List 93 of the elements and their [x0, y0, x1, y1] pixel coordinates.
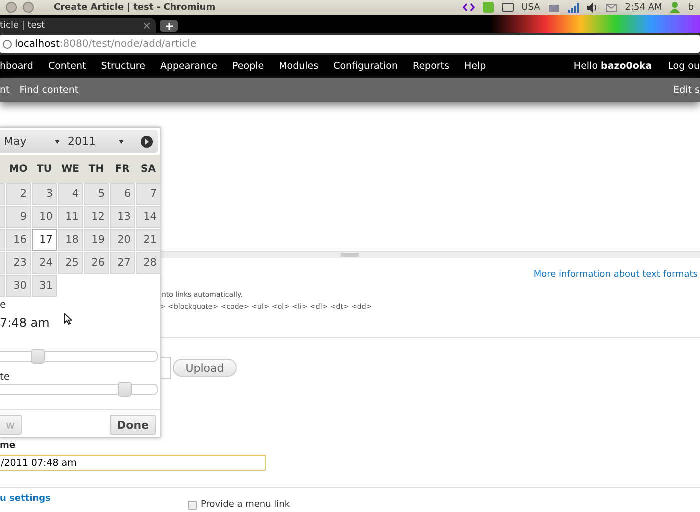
toolbar-link[interactable]: Content	[48, 61, 86, 72]
weekday-label: MO	[8, 164, 29, 174]
field-label: me	[0, 440, 16, 453]
user-name[interactable]: b	[688, 2, 694, 12]
calendar-day[interactable]: 19	[84, 229, 109, 251]
file-field[interactable]	[160, 357, 171, 379]
weekday-label: WE	[60, 164, 80, 174]
calendar-day[interactable]: 17	[32, 229, 57, 251]
calendar-day[interactable]: 25	[58, 252, 83, 274]
text-formats-link[interactable]: More information about text formats	[534, 268, 698, 282]
calendar-day[interactable]: 5	[84, 183, 109, 205]
user-icon[interactable]	[670, 2, 680, 13]
code-icon[interactable]	[462, 3, 475, 12]
weekday-label: FR	[114, 164, 131, 174]
checkbox[interactable]	[188, 500, 197, 510]
next-icon	[139, 134, 155, 150]
tab-title: ticle | test	[0, 20, 46, 30]
signal-icon[interactable]	[568, 2, 580, 12]
edit-shortcuts-link[interactable]: Edit s	[674, 84, 700, 96]
close-icon[interactable]	[144, 22, 150, 28]
date-field[interactable]: /2011 07:48 am	[0, 455, 266, 471]
shortcut-link[interactable]: nt	[0, 84, 10, 96]
month-select[interactable]: May	[0, 133, 64, 150]
toolbar-link[interactable]: Structure	[101, 61, 146, 72]
logout-link[interactable]: Log ou	[668, 61, 700, 72]
calendar-day[interactable]: 10	[32, 206, 57, 228]
calendar-day[interactable]: 31	[32, 275, 57, 297]
minute-slider[interactable]	[0, 384, 158, 395]
upload-button[interactable]: Upload	[173, 359, 237, 377]
slider-handle[interactable]	[118, 382, 132, 397]
toolbar-link[interactable]: Reports	[413, 61, 450, 72]
calendar-day[interactable]: 6	[110, 183, 135, 205]
new-tab-button[interactable]	[160, 20, 178, 32]
menu-settings-link[interactable]: u settings	[0, 493, 188, 505]
weekday-label: SA	[140, 164, 157, 174]
toolbar-link[interactable]: Configuration	[334, 61, 398, 72]
caret-icon	[119, 140, 124, 144]
calendar-day[interactable]: 18	[58, 229, 83, 251]
calendar-cell[interactable]	[0, 206, 5, 228]
weekday-label: TU	[36, 164, 53, 174]
keyboard-layout[interactable]: USA	[522, 2, 540, 12]
minimize-icon[interactable]	[23, 2, 34, 13]
calendar-day[interactable]: 30	[6, 275, 31, 297]
calendar-day[interactable]: 23	[6, 252, 31, 274]
calendar-day[interactable]: 16	[6, 229, 31, 251]
mail-icon[interactable]	[606, 4, 618, 12]
calendar-day[interactable]: 11	[58, 206, 83, 228]
plus-icon	[166, 22, 172, 30]
hour-slider[interactable]	[0, 351, 158, 362]
calendar-cell[interactable]	[0, 183, 5, 205]
close-icon[interactable]	[6, 2, 17, 13]
toolbar-link[interactable]: hboard	[0, 61, 34, 72]
caret-icon	[55, 140, 60, 144]
weekday-label: TH	[88, 164, 106, 174]
calendar-day[interactable]: 3	[32, 183, 57, 205]
calendar-cell[interactable]	[0, 229, 5, 251]
calendar-day[interactable]: 2	[6, 183, 31, 205]
toolbar-link[interactable]: Help	[464, 61, 486, 72]
calendar-day[interactable]: 21	[136, 229, 161, 251]
address-bar[interactable]: localhost:8080/test/node/add/article	[0, 35, 700, 53]
menu-link-checkbox[interactable]: Provide a menu link	[188, 500, 290, 510]
next-month-button[interactable]	[139, 134, 155, 150]
calendar-cell[interactable]	[0, 275, 5, 297]
calendar-day[interactable]: 12	[84, 206, 109, 228]
user-greeting: Hello bazo0oka	[574, 61, 652, 72]
clock[interactable]: 2:54 AM	[625, 2, 662, 12]
window-title: Create Article | test - Chromium	[54, 2, 216, 12]
browser-tab[interactable]: ticle | test	[0, 18, 156, 33]
toolbar-link[interactable]: People	[232, 61, 264, 72]
url-text: localhost:8080/test/node/add/article	[15, 38, 197, 50]
slider-handle[interactable]	[31, 349, 45, 364]
calendar-day[interactable]: 20	[110, 229, 135, 251]
minute-label: te	[0, 372, 12, 384]
calendar-day[interactable]: 24	[32, 252, 57, 274]
toolbar-link[interactable]: Appearance	[160, 61, 218, 72]
cursor-icon	[64, 313, 72, 325]
year-select[interactable]: 2011	[64, 133, 128, 150]
time-value: 7:48 am	[0, 315, 50, 331]
time-label: e	[0, 300, 8, 312]
globe-icon	[3, 40, 12, 48]
calendar-day[interactable]: 13	[110, 206, 135, 228]
calendar-day[interactable]: 14	[136, 206, 161, 228]
calendar-day[interactable]: 28	[136, 252, 161, 274]
calendar-day[interactable]: 7	[136, 183, 161, 205]
calendar-day[interactable]: 26	[84, 252, 109, 274]
shortcut-link[interactable]: Find content	[20, 84, 79, 96]
calendar-cell[interactable]	[0, 252, 5, 274]
calendar-day[interactable]: 4	[58, 183, 83, 205]
calendar-day[interactable]: 9	[6, 206, 31, 228]
toolbar-link[interactable]: Modules	[279, 61, 319, 72]
done-button[interactable]: Done	[110, 415, 156, 435]
speaker-icon[interactable]	[587, 2, 598, 12]
calendar-day[interactable]: 27	[110, 252, 135, 274]
